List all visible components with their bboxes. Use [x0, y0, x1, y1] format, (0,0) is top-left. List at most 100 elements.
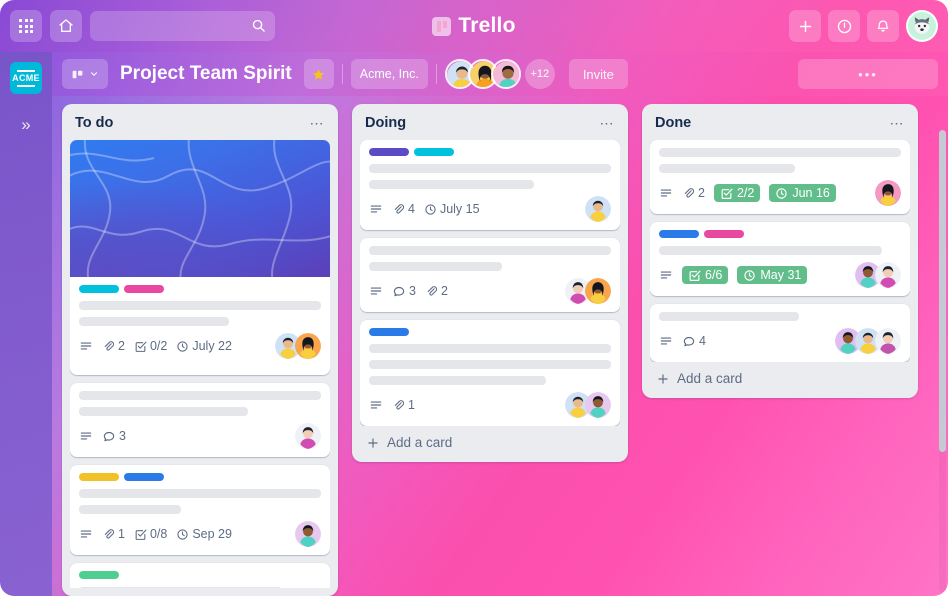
card-text-placeholder [659, 164, 795, 173]
card-body: 2 0/2 July 22 [70, 277, 330, 367]
user-avatar[interactable] [906, 10, 938, 42]
search-input[interactable] [90, 11, 275, 41]
card[interactable]: 1 [360, 320, 620, 426]
list-scrollbar-thumb[interactable] [939, 130, 946, 452]
apps-grid-button[interactable] [10, 10, 42, 42]
card-label[interactable] [124, 473, 164, 481]
list-menu-icon[interactable]: ⋯ [600, 116, 616, 130]
description-icon [80, 432, 92, 440]
list-menu-icon[interactable]: ⋯ [890, 116, 906, 130]
workspace-logo[interactable]: ACME [10, 62, 42, 94]
card[interactable]: 2 0/2 July 22 [70, 140, 330, 375]
list-title: Doing [365, 115, 407, 131]
checklist-badge: 0/8 [134, 527, 167, 541]
avatar[interactable] [875, 262, 901, 288]
card[interactable]: 3 [70, 383, 330, 457]
card-cover-image [70, 140, 330, 277]
attachment-icon [104, 340, 115, 351]
attachment-icon [394, 203, 405, 214]
global-top-bar: Trello [0, 0, 948, 52]
workspace-name: Acme, Inc. [359, 67, 419, 81]
card-title-placeholder [79, 587, 283, 588]
avatar[interactable] [585, 278, 611, 304]
card-text-placeholder [369, 262, 503, 271]
card[interactable]: 4 July 15 [360, 140, 620, 230]
avatar[interactable] [585, 196, 611, 222]
description-badge [369, 284, 383, 298]
card-label[interactable] [659, 230, 699, 238]
card-members [835, 328, 901, 354]
due-date-text: Sep 29 [192, 527, 232, 541]
add-card-button-done[interactable]: Add a card [650, 362, 910, 390]
list-menu-icon[interactable]: ⋯ [310, 116, 326, 130]
home-button[interactable] [50, 10, 82, 42]
star-board-button[interactable] [303, 59, 334, 89]
description-badge [79, 339, 93, 353]
comment-badge: 3 [392, 284, 416, 298]
avatar[interactable] [295, 521, 321, 547]
card-label[interactable] [79, 473, 119, 481]
workspace-chip[interactable]: Acme, Inc. [350, 59, 428, 89]
card[interactable] [70, 563, 330, 588]
card-label[interactable] [124, 285, 164, 293]
card-text-placeholder [369, 376, 546, 385]
clock-icon [744, 269, 756, 281]
card-labels [659, 230, 901, 238]
card-badges: 3 [79, 423, 321, 449]
search-box[interactable] [90, 11, 275, 41]
card-label[interactable] [414, 148, 454, 156]
avatar[interactable] [875, 328, 901, 354]
card-badges: 2 0/2 July 22 [79, 333, 321, 359]
card-label[interactable] [369, 328, 409, 336]
comment-count: 3 [119, 429, 126, 443]
info-button[interactable] [828, 10, 860, 42]
clock-icon [776, 187, 788, 199]
checklist-icon [135, 529, 147, 540]
create-button[interactable] [789, 10, 821, 42]
list-doing: Doing ⋯ 4 July 15 3 2 1 Add a card [352, 104, 628, 462]
card[interactable]: 1 0/8 Sep 29 [70, 465, 330, 555]
card[interactable]: 6/6 May 31 [650, 222, 910, 296]
checklist-icon [135, 341, 147, 352]
member-avatar[interactable] [490, 59, 521, 89]
avatar[interactable] [875, 180, 901, 206]
comment-count: 3 [409, 284, 416, 298]
attachment-badge: 4 [392, 202, 415, 216]
card-label[interactable] [79, 571, 119, 579]
card[interactable]: 3 2 [360, 238, 620, 312]
notifications-button[interactable] [867, 10, 899, 42]
logo-bar-top [17, 69, 35, 72]
card[interactable]: 2 2/2 Jun 16 [650, 140, 910, 214]
list-header: Done ⋯ [650, 112, 910, 140]
header-divider-2 [435, 64, 437, 84]
avatar[interactable] [295, 333, 321, 359]
expand-sidebar-button[interactable]: » [21, 116, 30, 133]
list-done: Done ⋯ 2 2/2 Jun 16 6/6 May 31 4 Add a c… [642, 104, 918, 398]
card-text-placeholder [79, 407, 249, 416]
due-date-complete-badge: May 31 [737, 266, 808, 284]
add-card-button-doing[interactable]: Add a card [360, 426, 620, 454]
card-members [565, 392, 611, 418]
card-title-placeholder [79, 301, 321, 310]
card-label[interactable] [704, 230, 744, 238]
card-label[interactable] [369, 148, 409, 156]
home-icon [59, 19, 73, 32]
avatar[interactable] [585, 392, 611, 418]
invite-button[interactable]: Invite [568, 59, 628, 89]
board-canvas: To do ⋯ 2 0/2 July 22 3 1 0/8 Sep 29 Doi… [52, 96, 948, 596]
card-text-placeholder [79, 505, 181, 514]
description-badge [659, 186, 673, 200]
board-menu-button[interactable]: ••• [798, 59, 938, 89]
card-title-placeholder [659, 312, 800, 321]
due-date-text: July 22 [192, 339, 232, 353]
avatar[interactable] [295, 423, 321, 449]
card-title-placeholder [659, 246, 882, 255]
workspace-logo-label: ACME [12, 73, 40, 83]
card[interactable]: 4 [650, 304, 910, 362]
notification-bell-icon [877, 20, 889, 32]
card-text-placeholder [369, 360, 611, 369]
card-label[interactable] [79, 285, 119, 293]
card-title-placeholder [369, 246, 611, 255]
members-overflow-badge[interactable]: +12 [524, 59, 555, 89]
board-switcher-button[interactable] [62, 59, 108, 89]
